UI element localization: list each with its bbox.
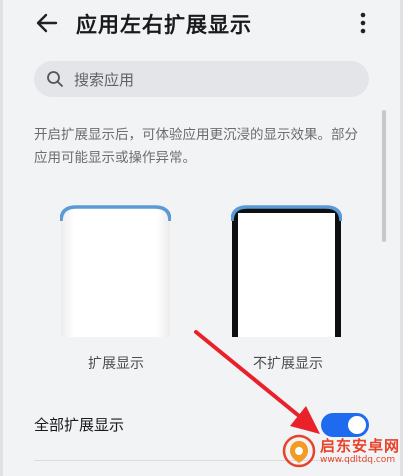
- search-icon: [47, 71, 63, 87]
- more-vertical-icon: [360, 12, 366, 34]
- back-arrow-icon: [36, 13, 58, 33]
- preview-not-extended: [231, 205, 342, 337]
- phone-not-extended-illustration: [231, 205, 342, 337]
- search-input[interactable]: [72, 68, 356, 92]
- all-extend-label: 全部扩展显示: [34, 416, 125, 434]
- frame-edge-left: [0, 0, 3, 476]
- scrollbar[interactable]: [382, 110, 386, 242]
- watermark: 启东安卓网 www.qdltdq.com: [280, 430, 403, 476]
- page-title: 应用左右扩展显示: [76, 13, 252, 37]
- search-bar[interactable]: [34, 61, 369, 97]
- description-text: 开启扩展显示后，可体验应用更沉浸的显示效果。部分应用可能显示或操作异常。: [34, 127, 358, 166]
- watermark-url: www.qdltdq.com: [320, 455, 396, 465]
- phone-extended-illustration: [60, 205, 171, 337]
- more-options-button[interactable]: [352, 8, 374, 38]
- watermark-name: 启东安卓网: [320, 437, 401, 455]
- preview-extended: [60, 205, 171, 337]
- caption-not-extended: 不扩展显示: [253, 356, 323, 372]
- caption-extended: 扩展显示: [88, 356, 144, 372]
- back-button[interactable]: [30, 8, 64, 38]
- watermark-logo-icon: [282, 434, 316, 468]
- header: 应用左右扩展显示: [0, 0, 403, 50]
